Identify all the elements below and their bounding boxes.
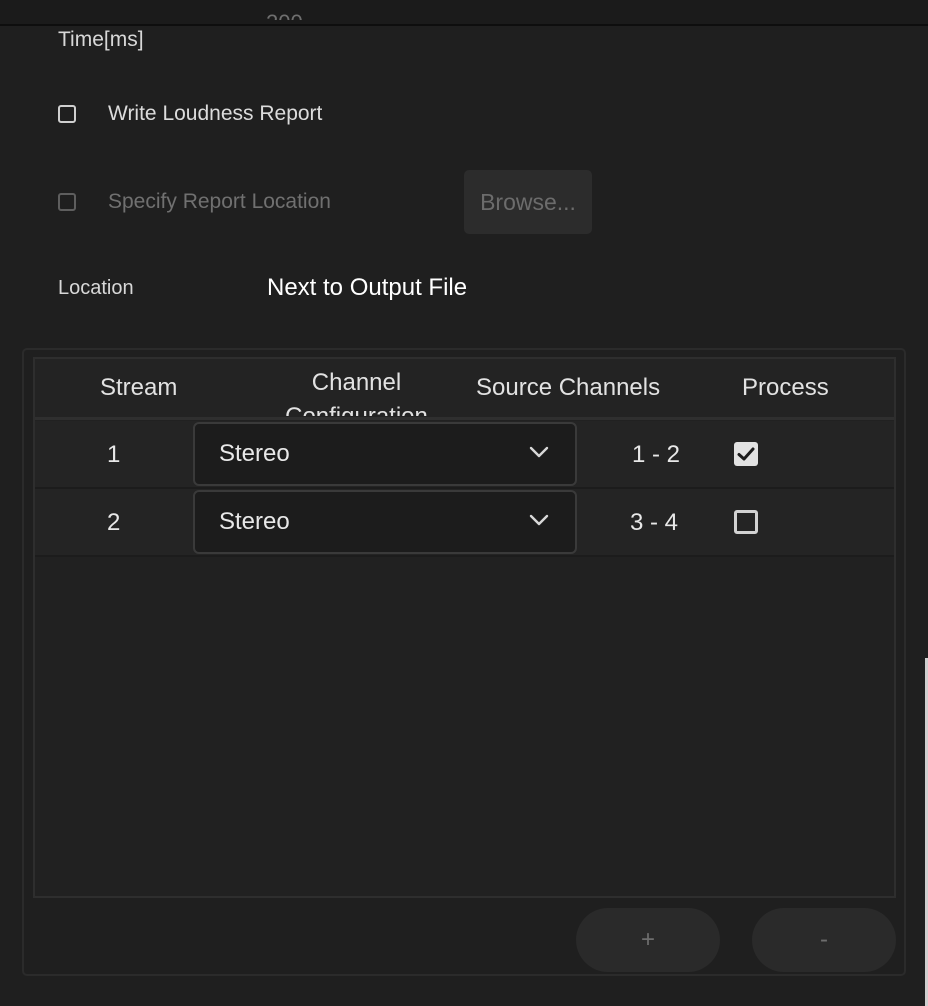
loudness-settings-panel: 200 Time[ms] Write Loudness Report Speci… [0, 0, 928, 1006]
header-process: Process [742, 374, 829, 401]
process-checkbox[interactable] [734, 442, 758, 466]
header-channel-configuration: Channel Configuration [285, 369, 428, 416]
remove-stream-button[interactable]: - [752, 908, 896, 972]
channel-config-value: Stereo [219, 508, 290, 535]
source-channels-value: 3 - 4 [630, 509, 679, 536]
chevron-down-icon [529, 514, 549, 526]
checkmark-icon [737, 447, 755, 461]
specify-location-label: Specify Report Location [108, 190, 331, 213]
chevron-down-icon [529, 446, 549, 458]
channel-config-select[interactable]: Stereo [193, 422, 577, 486]
process-checkbox[interactable] [734, 510, 758, 534]
write-report-checkbox[interactable] [58, 105, 76, 123]
location-label: Location [58, 277, 134, 299]
top-divider [0, 0, 928, 26]
stream-number: 2 [107, 509, 121, 536]
write-report-row[interactable]: Write Loudness Report [58, 102, 322, 126]
channel-config-select[interactable]: Stereo [193, 490, 577, 554]
browse-button[interactable]: Browse... [464, 170, 592, 234]
stream-number: 1 [107, 441, 121, 468]
time-label: Time[ms] [58, 28, 144, 51]
specify-location-checkbox[interactable] [58, 193, 76, 211]
time-value[interactable]: 200 [266, 4, 303, 20]
location-value: Next to Output File [267, 274, 468, 301]
specify-location-row[interactable]: Specify Report Location [58, 190, 331, 214]
header-stream: Stream [100, 374, 178, 401]
channel-config-value: Stereo [219, 440, 290, 467]
source-channels-value: 1 - 2 [632, 441, 681, 468]
header-source-channels: Source Channels [476, 374, 661, 401]
write-report-label: Write Loudness Report [108, 102, 323, 125]
add-stream-button[interactable]: + [576, 908, 720, 972]
